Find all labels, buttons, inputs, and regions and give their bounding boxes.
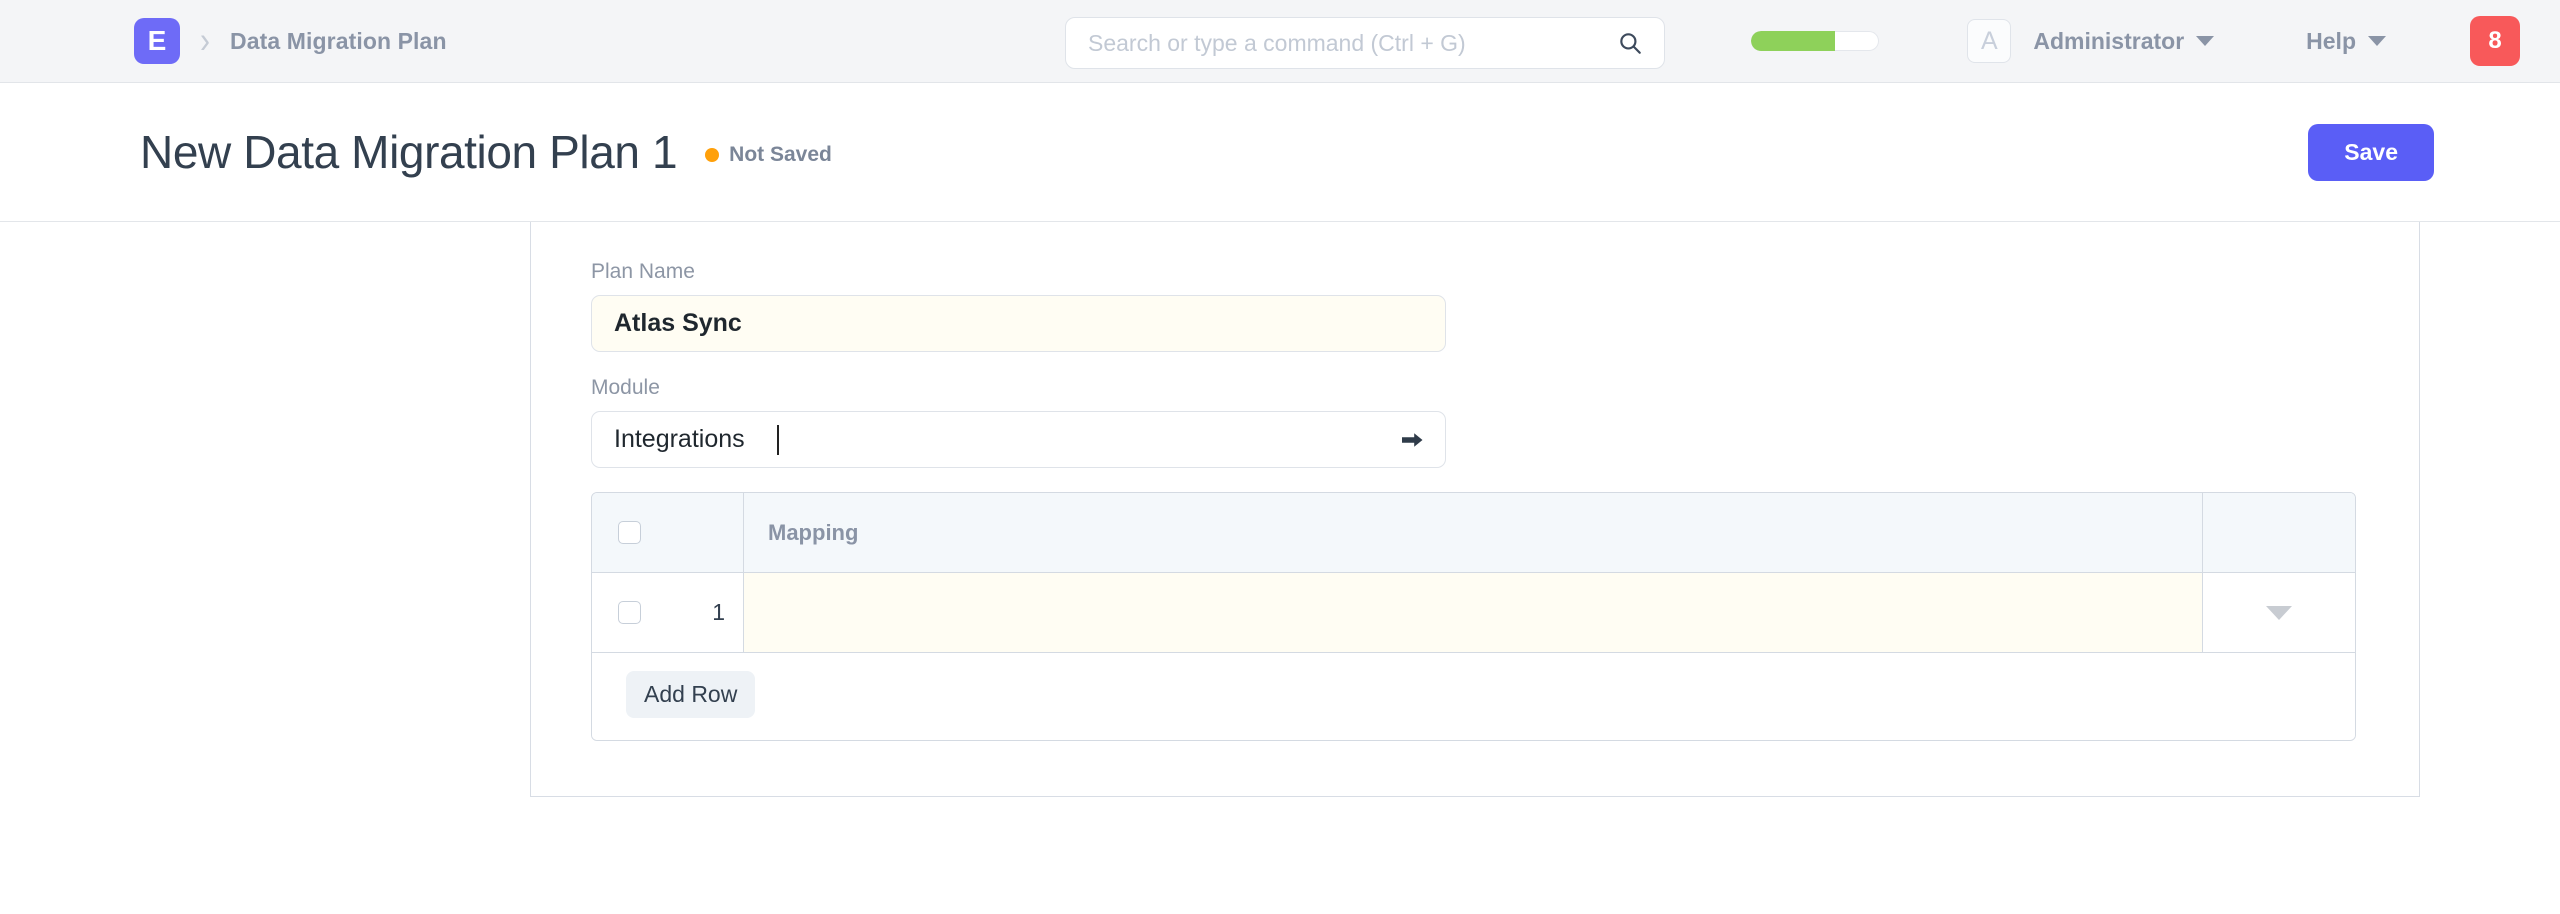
select-all-checkbox[interactable] (618, 521, 641, 544)
chevron-down-icon (2196, 36, 2214, 46)
navbar-left-group: E › Data Migration Plan (0, 18, 447, 64)
text-cursor (777, 425, 779, 455)
global-search (1065, 17, 1665, 69)
page-head: New Data Migration Plan 1 Not Saved Save (0, 83, 2560, 222)
row-mapping-cell[interactable] (744, 573, 2203, 652)
module-input[interactable] (591, 411, 1446, 468)
notification-badge[interactable]: 8 (2470, 16, 2520, 66)
status-dot-icon (705, 148, 719, 162)
app-logo-button[interactable]: E (134, 18, 180, 64)
grid-header-actions-cell (2203, 493, 2355, 572)
column-header-mapping: Mapping (768, 520, 858, 546)
plan-name-input[interactable] (591, 295, 1446, 352)
row-checkbox[interactable] (618, 601, 641, 624)
save-button[interactable]: Save (2308, 124, 2434, 181)
grid-footer: Add Row (592, 652, 2355, 740)
search-input[interactable] (1065, 17, 1665, 69)
grid-header-check-cell (592, 493, 744, 572)
form-card: Plan Name Module Mapping (530, 222, 2420, 797)
help-label: Help (2306, 28, 2356, 55)
status-badge-label: Not Saved (729, 143, 832, 167)
top-navbar: E › Data Migration Plan A Administrator … (0, 0, 2560, 83)
row-actions-cell (2203, 573, 2355, 652)
table-row[interactable]: 1 (592, 573, 2355, 652)
status-badge[interactable]: Not Saved (705, 143, 832, 167)
arrow-right-icon[interactable] (1400, 429, 1424, 451)
page-body: Plan Name Module Mapping (0, 222, 2560, 914)
row-check-cell: 1 (592, 573, 744, 652)
mapping-grid: Mapping 1 Add Row (591, 492, 2356, 741)
field-module: Module (591, 376, 2356, 468)
plan-name-label: Plan Name (591, 260, 2356, 284)
setup-progress-fill (1751, 31, 1834, 51)
chevron-right-icon: › (196, 22, 214, 60)
grid-header-row: Mapping (592, 493, 2355, 573)
chevron-down-icon (2368, 36, 2386, 46)
field-plan-name: Plan Name (591, 260, 2356, 352)
setup-progress-bar[interactable] (1751, 31, 1879, 51)
grid-header-mapping-cell: Mapping (744, 493, 2203, 572)
module-link-field (591, 411, 1446, 468)
expand-row-icon[interactable] (2266, 606, 2292, 620)
module-label: Module (591, 376, 2356, 400)
breadcrumb-data-migration-plan[interactable]: Data Migration Plan (230, 28, 447, 55)
user-label: Administrator (2033, 28, 2184, 55)
navbar-right-group: A Administrator Help 8 (1751, 16, 2520, 66)
avatar: A (1967, 19, 2011, 63)
page-title: New Data Migration Plan 1 (140, 125, 677, 179)
row-index: 1 (712, 599, 725, 626)
user-dropdown[interactable]: Administrator (2027, 28, 2220, 55)
help-dropdown[interactable]: Help (2300, 28, 2392, 55)
add-row-button[interactable]: Add Row (626, 671, 755, 718)
